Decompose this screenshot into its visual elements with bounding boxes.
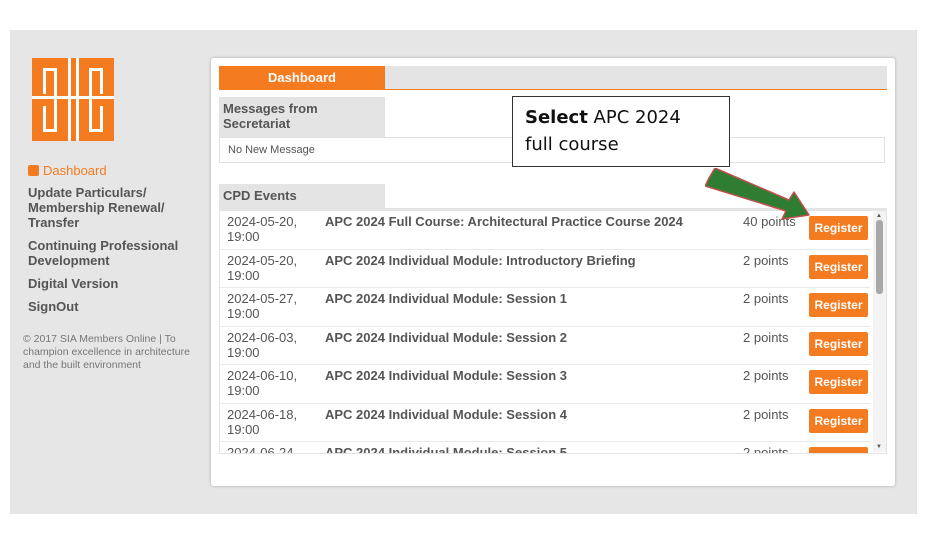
event-date: 2024-06-24, 19:00 [227,445,298,454]
cpd-events-heading: CPD Events [219,184,385,208]
event-date: 2024-06-10, 19:00 [227,368,298,398]
cpd-events-list[interactable]: 2024-05-20, 19:00 APC 2024 Full Course: A… [219,208,887,454]
event-title: APC 2024 Individual Module: Session 2 [325,329,568,345]
event-date: 2024-06-03, 19:00 [227,329,298,360]
event-title: APC 2024 Individual Module: Session 3 [325,368,568,383]
register-button[interactable]: Register [809,216,868,240]
event-title: APC 2024 Individual Module: Session 4 [325,406,568,422]
event-points: 2 points [743,252,789,268]
event-points: 2 points [743,329,789,345]
event-date: 2024-05-20, 19:00 [227,214,298,244]
register-button[interactable]: Register [809,254,868,279]
event-points: 2 points [743,406,789,422]
event-points: 2 points [743,445,789,454]
register-button[interactable]: Register [809,331,868,356]
nav-item-digital-version[interactable]: Digital Version [28,276,198,291]
event-date: 2024-06-18, 19:00 [227,406,298,437]
callout-text: APC 2024 [587,107,681,128]
event-row: 2024-06-03, 19:00 APC 2024 Individual Mod… [220,327,870,365]
event-row: 2024-06-10, 19:00 APC 2024 Individual Mod… [220,365,870,404]
event-row: 2024-05-27, 19:00 APC 2024 Individual Mod… [220,288,870,327]
scroll-down-icon[interactable]: ▼ [876,444,882,450]
tab-dashboard[interactable]: Dashboard [219,66,385,90]
messages-heading: Messages from Secretariat [219,97,385,137]
event-row: 2024-06-18, 19:00 APC 2024 Individual Mod… [220,404,870,442]
square-bullet-icon [28,165,39,176]
register-button[interactable]: Register [809,293,868,317]
nav-item-signout[interactable]: SignOut [28,299,198,314]
nav-item-dashboard-label: Dashboard [43,163,107,178]
event-title: APC 2024 Individual Module: Introductory… [325,252,636,268]
green-arrow-icon [705,168,810,220]
nav-item-dashboard[interactable]: Dashboard [28,163,198,178]
event-title: APC 2024 Individual Module: Session 5 [325,445,568,454]
screenshot-background: Dashboard Update Particulars/ Membership… [10,30,917,514]
scroll-thumb[interactable] [876,220,883,294]
sia-logo[interactable] [32,58,114,141]
event-title: APC 2024 Individual Module: Session 1 [325,291,568,306]
footer-text: © 2017 SIA Members Online | To champion … [23,333,190,371]
tab-bar: Dashboard [219,66,887,90]
register-button[interactable]: Register [809,370,868,394]
instruction-callout: Select APC 2024 full course [512,96,730,167]
scrollbar[interactable]: ▲ ▼ [873,211,886,452]
event-date: 2024-05-20, 19:00 [227,252,298,283]
callout-text-line2: full course [525,134,619,155]
event-title: APC 2024 Full Course: Architectural Prac… [325,214,683,229]
nav-item-cpd[interactable]: Continuing Professional Development [28,238,198,268]
event-row: 2024-05-20, 19:00 APC 2024 Individual Mod… [220,250,870,288]
register-button[interactable]: Register [809,447,868,453]
scroll-up-icon[interactable]: ▲ [876,213,882,219]
event-row: 2024-06-24, 19:00 APC 2024 Individual Mod… [220,442,870,454]
callout-bold-text: Select [525,107,588,128]
event-date: 2024-05-27, 19:00 [227,291,298,321]
event-points: 2 points [743,291,789,306]
register-button[interactable]: Register [809,408,868,433]
nav-item-update-particulars[interactable]: Update Particulars/ Membership Renewal/ … [28,185,198,230]
event-points: 2 points [743,368,789,383]
